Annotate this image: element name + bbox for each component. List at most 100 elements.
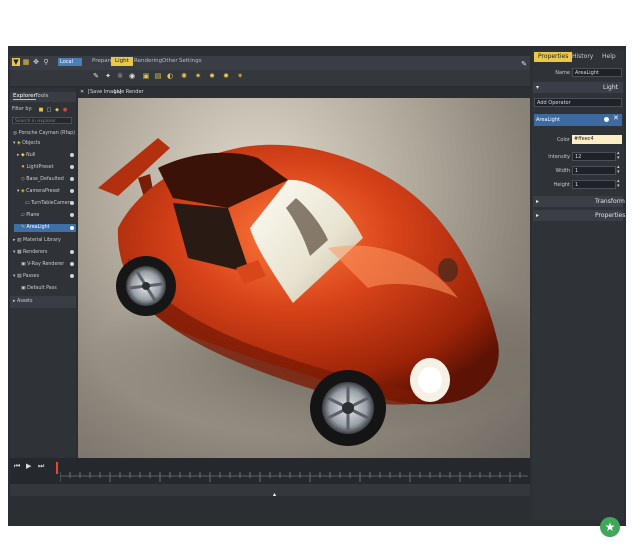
- tree-item-vray-renderer[interactable]: ▣ V-Ray Renderer: [21, 262, 64, 267]
- skip-back-icon[interactable]: ⏮: [14, 462, 20, 471]
- area-light-icon[interactable]: ▣: [142, 72, 150, 80]
- section-properties-label: Properties: [595, 212, 626, 219]
- add-operator-dropdown[interactable]: Add Operator: [534, 98, 622, 107]
- height-field[interactable]: 1: [572, 180, 616, 189]
- tree-root[interactable]: ◎ Porsche Cayman (Rfap): [13, 131, 75, 136]
- tree-item-plane[interactable]: ▱ Plane: [21, 213, 39, 218]
- section-properties[interactable]: ▸ Properties: [533, 210, 626, 221]
- tree-item-assets[interactable]: ▸ Assets: [13, 299, 33, 304]
- dome-light-icon[interactable]: ◐: [166, 72, 174, 80]
- explorer-search-input[interactable]: Search in explorer: [12, 117, 72, 124]
- skip-forward-icon[interactable]: ⏭: [38, 462, 44, 471]
- omni-light-icon[interactable]: ☼: [116, 72, 124, 80]
- move-tool-icon[interactable]: ✥: [32, 58, 40, 66]
- tree-item-default-pass[interactable]: ▣ Default Pass: [21, 286, 57, 291]
- light-link-icon[interactable]: ✶: [236, 72, 244, 80]
- tree-label: Default Pass: [27, 286, 57, 291]
- tree-item-renderers[interactable]: ▾ ▦ Renderers: [13, 250, 47, 255]
- tree-label: TurnTableCamera: [31, 201, 73, 206]
- filter-icon-d[interactable]: ●: [62, 106, 68, 113]
- tab-settings[interactable]: Settings: [175, 57, 206, 66]
- eye-icon[interactable]: [70, 262, 74, 266]
- pin-icon[interactable]: ⚲: [42, 58, 50, 66]
- tree-label: AreaLight: [26, 225, 50, 230]
- section-light-label: Light: [603, 84, 618, 91]
- eye-icon[interactable]: [70, 153, 74, 157]
- color-label: Color: [556, 137, 570, 143]
- eye-icon[interactable]: [70, 213, 74, 217]
- eye-icon[interactable]: [70, 189, 74, 193]
- section-transform[interactable]: ▸ Transform: [533, 196, 625, 207]
- color-swatch-field[interactable]: #ffeec4: [572, 135, 622, 144]
- live-render-button[interactable]: Live Render: [114, 89, 144, 95]
- local-dropdown[interactable]: Local: [58, 58, 82, 66]
- tab-help[interactable]: Help: [602, 52, 616, 62]
- brush-icon[interactable]: ✎: [520, 60, 528, 68]
- tree-label: Objects: [22, 141, 41, 146]
- select-tool-icon[interactable]: ▼: [12, 58, 20, 66]
- light-tool-icon[interactable]: ✎: [92, 72, 100, 80]
- width-label: Width: [555, 168, 570, 174]
- filter-icon-a[interactable]: ■: [38, 106, 44, 113]
- tab-explorer[interactable]: Explorer: [13, 93, 36, 100]
- chevron-right-icon: ▸: [536, 198, 540, 205]
- tree-label: V-Ray Renderer: [27, 262, 65, 267]
- spot-light-icon[interactable]: ✦: [104, 72, 112, 80]
- tab-history[interactable]: History: [572, 52, 593, 62]
- tree-item-null[interactable]: ▸ ◆ Null: [17, 153, 35, 158]
- eye-icon[interactable]: [70, 201, 74, 205]
- height-stepper-icon[interactable]: ▴ ▾: [617, 179, 620, 189]
- eye-icon[interactable]: [70, 250, 74, 254]
- tree-item-lightpreset[interactable]: ✷ LightPreset: [21, 165, 53, 170]
- tree-item-material-library[interactable]: ▸ ▥ Material Library: [13, 238, 61, 243]
- eye-icon[interactable]: [70, 226, 74, 230]
- height-label: Height: [553, 182, 570, 188]
- tree-item-passes[interactable]: ▾ ▤ Passes: [13, 274, 39, 279]
- filter-icon-b[interactable]: □: [46, 106, 52, 113]
- favorite-star-badge[interactable]: ★: [600, 517, 620, 537]
- width-stepper-icon[interactable]: ▴ ▾: [617, 165, 620, 175]
- sky-light-icon[interactable]: ✹: [222, 72, 230, 80]
- tree-item-objects[interactable]: ▾ ◈ Objects: [13, 141, 40, 146]
- tree-item-arealight[interactable]: ✎ AreaLight: [21, 225, 50, 230]
- intensity-stepper-icon[interactable]: ▴ ▾: [617, 151, 620, 161]
- eye-icon[interactable]: [70, 177, 74, 181]
- tab-tools[interactable]: Tools: [35, 93, 49, 99]
- sun-light-icon[interactable]: ✺: [180, 72, 188, 80]
- tree-root-label: Porsche Cayman (Rfap): [18, 131, 76, 136]
- play-icon[interactable]: ▶: [26, 462, 31, 470]
- intensity-field[interactable]: 12: [572, 152, 616, 161]
- tree-label: Assets: [16, 299, 33, 304]
- panel-expand-icon[interactable]: ▴: [273, 491, 276, 498]
- rendered-car-image: [98, 138, 530, 446]
- eye-icon[interactable]: [70, 165, 74, 169]
- close-icon[interactable]: ✕: [80, 89, 84, 95]
- tab-properties[interactable]: Properties: [534, 52, 573, 62]
- filter-icon-c[interactable]: ◆: [54, 106, 60, 113]
- visibility-eye-icon[interactable]: [604, 117, 609, 122]
- tree-label: Null: [26, 153, 36, 158]
- section-light[interactable]: ▾ Light: [533, 82, 623, 93]
- mesh-light-icon[interactable]: ▤: [154, 72, 162, 80]
- application-window: ▼ ▦ ✥ ⚲ Local Prepare Light Rendering Ot…: [0, 0, 634, 556]
- tree-label: Passes: [23, 274, 40, 279]
- tree-label: Renderers: [23, 250, 48, 255]
- tree-item-turntablecamera[interactable]: ▭ TurnTableCamera: [25, 201, 72, 206]
- timeline-bottom-bar: [10, 484, 530, 496]
- tree-item-base[interactable]: ◇ Base_Defaulted: [21, 177, 64, 182]
- remove-operator-icon[interactable]: ✕: [613, 114, 619, 122]
- view-icon[interactable]: ▦: [22, 58, 30, 66]
- name-field[interactable]: AreaLight: [572, 68, 622, 77]
- viewport-toolbar: ✕ [Save Image] Live Render: [78, 88, 530, 98]
- timeline-cursor[interactable]: [56, 462, 58, 474]
- render-viewport[interactable]: [78, 98, 530, 458]
- tree-item-camerapreset[interactable]: ▾ ◈ CameraPreset: [17, 189, 60, 194]
- tree-label: Plane: [26, 213, 40, 218]
- section-transform-label: Transform: [595, 198, 625, 205]
- eye-icon[interactable]: [70, 274, 74, 278]
- portal-light-icon[interactable]: ✸: [208, 72, 216, 80]
- ies-light-icon[interactable]: ✷: [194, 72, 202, 80]
- chevron-down-icon: ▾: [536, 84, 540, 91]
- width-field[interactable]: 1: [572, 166, 616, 175]
- sphere-light-icon[interactable]: ◉: [128, 72, 136, 80]
